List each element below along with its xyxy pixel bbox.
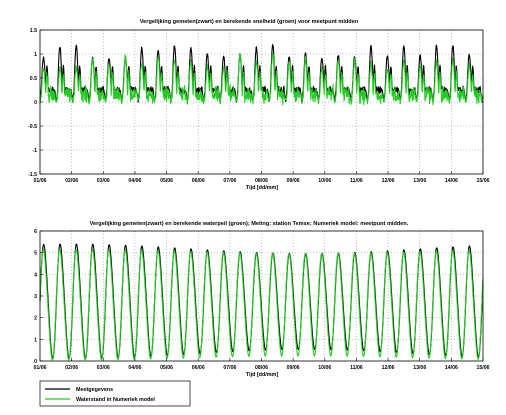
y-tick-label: 6 (34, 229, 37, 235)
x-tick-label: 06/06 (192, 365, 205, 371)
x-tick-label: 15/06 (477, 365, 490, 371)
x-tick-label: 12/06 (382, 178, 395, 184)
x-tick-label: 03/06 (97, 178, 110, 184)
y-tick-label: 4 (34, 272, 37, 278)
waterlevel-x-axis-label: Tijd [dd/mm] (246, 372, 278, 378)
x-tick-label: 10/06 (318, 365, 331, 371)
x-tick-label: 12/06 (382, 365, 395, 371)
x-tick-label: 10/06 (318, 178, 331, 184)
x-tick-label: 13/06 (413, 365, 426, 371)
legend: Meetgegevens Waterstand in Numeriek mode… (39, 380, 191, 407)
x-tick-label: 06/06 (192, 178, 205, 184)
x-tick-label: 11/06 (350, 178, 363, 184)
legend-label-numeriek-model: Waterstand in Numeriek model (76, 397, 155, 403)
y-tick-label: 0.5 (30, 76, 37, 82)
waterlevel-chart: Vergelijking gemeten(zwart) en berekende… (34, 221, 490, 407)
y-tick-label: 3 (34, 294, 37, 300)
y-tick-label: 1 (34, 52, 37, 58)
x-tick-label: 07/06 (223, 178, 236, 184)
velocity-chart-title: Vergelijking gemeten(zwart) en berekende… (140, 19, 359, 25)
x-tick-label: 09/06 (287, 365, 300, 371)
y-tick-label: 1.5 (30, 28, 37, 34)
y-tick-label: 0 (34, 359, 37, 365)
x-tick-label: 01/06 (34, 178, 47, 184)
figure-canvas: Vergelijking gemeten(zwart) en berekende… (28, 19, 490, 407)
x-tick-label: 14/06 (445, 365, 458, 371)
x-tick-label: 02/06 (65, 178, 78, 184)
x-tick-label: 08/06 (255, 365, 268, 371)
y-tick-label: 2 (34, 316, 37, 322)
x-tick-label: 13/06 (413, 178, 426, 184)
x-tick-label: 05/06 (160, 178, 173, 184)
x-tick-label: 08/06 (255, 178, 268, 184)
legend-label-meetgegevens: Meetgegevens (76, 387, 113, 393)
x-tick-label: 04/06 (128, 365, 141, 371)
x-tick-label: 15/06 (477, 178, 490, 184)
y-tick-label: -1 (32, 148, 37, 154)
x-tick-label: 07/06 (223, 365, 236, 371)
x-tick-label: 09/06 (287, 178, 300, 184)
x-tick-label: 05/06 (160, 365, 173, 371)
x-tick-label: 02/06 (65, 365, 78, 371)
velocity-chart: Vergelijking gemeten(zwart) en berekende… (28, 19, 490, 191)
x-tick-label: 01/06 (34, 365, 47, 371)
x-tick-label: 03/06 (97, 365, 110, 371)
y-tick-label: 1 (34, 337, 37, 343)
x-tick-label: 14/06 (445, 178, 458, 184)
y-tick-label: -1.5 (28, 172, 37, 178)
waterlevel-chart-title: Vergelijking gemeten(zwart) en berekende… (90, 221, 409, 227)
y-tick-label: 0 (34, 100, 37, 106)
x-tick-label: 11/06 (350, 365, 363, 371)
velocity-x-axis-label: Tijd [dd/mm] (246, 185, 278, 191)
y-tick-label: -0.5 (28, 124, 37, 130)
y-tick-label: 5 (34, 251, 37, 257)
x-tick-label: 04/06 (128, 178, 141, 184)
